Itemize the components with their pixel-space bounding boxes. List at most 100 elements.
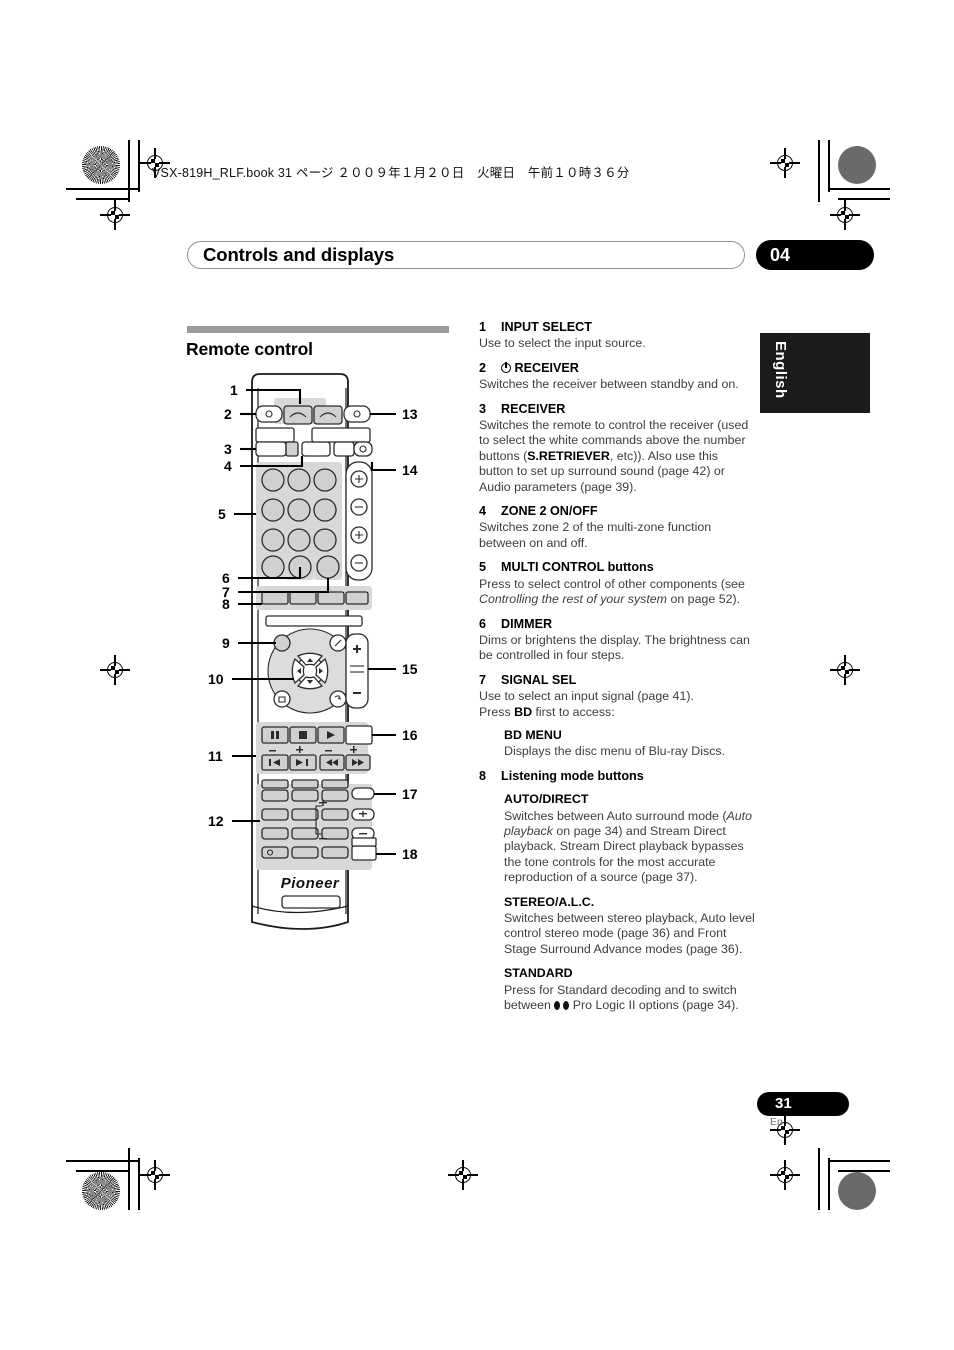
- section-title: Remote control: [186, 339, 313, 359]
- power-icon: [501, 361, 511, 373]
- callout-14: 14: [402, 462, 418, 478]
- registration-target-mark: [100, 200, 130, 230]
- cross-reference-title: Controlling the rest of your system: [479, 592, 668, 607]
- chapter-title: Controls and displays: [203, 244, 395, 265]
- registration-target-mark: [140, 1160, 170, 1190]
- crop-line: [66, 188, 140, 190]
- registration-target-mark: [100, 655, 130, 685]
- callout-5: 5: [218, 506, 226, 522]
- legend-body: Use to select the input source.: [479, 336, 646, 351]
- legend-entry-7: 7 SIGNAL SEL Use to select an input sign…: [479, 673, 755, 760]
- page-language: En: [770, 1116, 783, 1128]
- crop-line: [828, 1160, 890, 1162]
- legend-body: Dims or brightens the display. The brigh…: [479, 632, 750, 663]
- legend-title: DIMMER: [501, 616, 553, 631]
- document-page: VSX-819H_RLF.book 31 ページ ２００９年１月２０日 火曜日 …: [0, 0, 954, 1350]
- crop-line: [818, 1148, 820, 1210]
- legend-sub-standard: STANDARD Press for Standard decoding and…: [504, 966, 755, 1013]
- legend-title: RECEIVER: [501, 401, 566, 416]
- registration-target-mark: [830, 655, 860, 685]
- crop-line: [66, 1160, 140, 1162]
- chapter-number: 04: [770, 245, 791, 265]
- legend-title: SIGNAL SEL: [501, 672, 577, 687]
- crop-line: [828, 188, 890, 190]
- term-bd: BD: [514, 704, 533, 719]
- legend-sub-auto-direct: AUTO/DIRECT Switches between Auto surrou…: [504, 792, 755, 885]
- legend-sub-body: Press for Standard decoding and to switc…: [504, 982, 739, 1013]
- legend-body: Switches zone 2 of the multi-zone functi…: [479, 520, 712, 550]
- legend-column: 1 INPUT SELECT Use to select the input s…: [479, 320, 755, 1022]
- legend-entry-2: 2 RECEIVER Switches the receiver between…: [479, 361, 755, 393]
- callout-4: 4: [224, 458, 232, 474]
- callout-1: 1: [230, 382, 238, 398]
- callout-2: 2: [224, 406, 232, 422]
- callout-11: 11: [208, 748, 223, 764]
- registration-star-mark: [82, 146, 120, 184]
- page-number-badge: 31: [757, 1092, 849, 1116]
- legend-title: Listening mode buttons: [501, 768, 644, 783]
- legend-entry-8: 8 Listening mode buttons AUTO/DIRECT Swi…: [479, 769, 755, 1014]
- legend-entry-5: 5 MULTI CONTROL buttons Press to select …: [479, 560, 755, 607]
- callout-10: 10: [208, 671, 224, 687]
- callout-12: 12: [208, 813, 224, 829]
- legend-sub-title: STEREO/A.L.C.: [504, 894, 595, 909]
- legend-title: RECEIVER: [514, 360, 579, 375]
- legend-sub-body: Switches between Auto surround mode (Aut…: [504, 808, 752, 885]
- chapter-number-badge: 04: [756, 240, 874, 270]
- legend-number: 6: [479, 616, 487, 631]
- callout-18: 18: [402, 846, 418, 862]
- language-label: English: [772, 341, 789, 399]
- brand-logo: Pioneer: [281, 875, 340, 892]
- legend-sub-stereo-alc: STEREO/A.L.C. Switches between stereo pl…: [504, 895, 755, 958]
- registration-target-mark: [448, 1160, 478, 1190]
- callout-9: 9: [222, 635, 230, 651]
- legend-sub-body: Displays the disc menu of Blu-ray Discs.: [504, 744, 726, 759]
- legend-number: 4: [479, 504, 487, 519]
- legend-entry-6: 6 DIMMER Dims or brightens the display. …: [479, 617, 755, 664]
- legend-title: ZONE 2 ON/OFF: [501, 504, 598, 519]
- legend-sub-title: BD MENU: [504, 727, 562, 742]
- registration-dot-mark: [838, 146, 876, 184]
- legend-entry-4: 4 ZONE 2 ON/OFF Switches zone 2 of the m…: [479, 504, 755, 551]
- legend-number: 8: [479, 768, 487, 783]
- legend-number: 1: [479, 320, 487, 334]
- registration-target-mark: [770, 1160, 800, 1190]
- crop-line: [818, 140, 820, 202]
- legend-entry-3: 3 RECEIVER Switches the remote to contro…: [479, 402, 755, 495]
- legend-title: INPUT SELECT: [501, 320, 592, 334]
- crop-line: [828, 1158, 830, 1210]
- legend-body: Switches the remote to control the recei…: [479, 418, 749, 494]
- dolby-logo-icon: [554, 1001, 570, 1011]
- legend-number: 5: [479, 560, 487, 575]
- book-header-line: VSX-819H_RLF.book 31 ページ ２００９年１月２０日 火曜日 …: [152, 166, 630, 180]
- callout-17: 17: [402, 786, 418, 802]
- legend-sub-body: Switches between stereo playback, Auto l…: [504, 911, 755, 956]
- registration-dot-mark: [838, 1172, 876, 1210]
- term-s-retriever: S.RETRIEVER: [527, 448, 610, 463]
- legend-sub-bd-menu: BD MENU Displays the disc menu of Blu-ra…: [504, 728, 755, 760]
- crop-line: [128, 140, 130, 202]
- registration-target-mark: [830, 200, 860, 230]
- section-rule: [187, 326, 449, 333]
- registration-star-mark: [82, 1172, 120, 1210]
- registration-target-mark: [770, 148, 800, 178]
- legend-sub-title: STANDARD: [504, 966, 573, 981]
- legend-title: MULTI CONTROL buttons: [501, 560, 654, 575]
- crop-line: [128, 1148, 130, 1210]
- legend-body-continued: Press BD first to access:: [479, 704, 615, 719]
- legend-number: 3: [479, 401, 487, 416]
- callout-3: 3: [224, 441, 232, 457]
- legend-body: Use to select an input signal (page 41).: [479, 689, 694, 704]
- legend-sub-title: AUTO/DIRECT: [504, 792, 589, 807]
- language-side-tab: English: [760, 333, 870, 413]
- remote-control-figure: Pioneer 1 2 3 4 5 6 7 8 9 10 11 12 13 14…: [186, 366, 456, 956]
- legend-number: 7: [479, 672, 487, 687]
- legend-body: Press to select control of other compone…: [479, 576, 745, 607]
- callout-16: 16: [402, 727, 418, 743]
- legend-body: Switches the receiver between standby an…: [479, 377, 739, 392]
- crop-line: [838, 1170, 890, 1172]
- legend-entry-1: 1 INPUT SELECT Use to select the input s…: [479, 320, 755, 352]
- callout-13: 13: [402, 406, 418, 422]
- legend-number: 2: [479, 360, 487, 375]
- callout-15: 15: [402, 661, 418, 677]
